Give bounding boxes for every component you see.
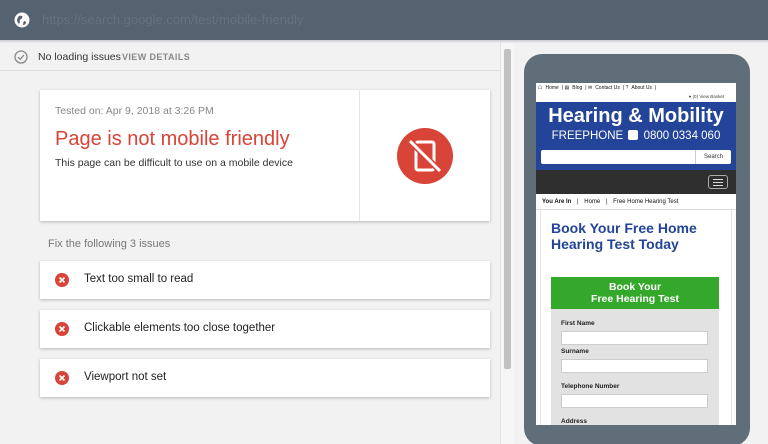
home-icon: ☖ [538,85,543,91]
breadcrumb-separator: | [605,199,608,205]
phone-frame: ☖ Home | ▤ Blog | ✉ Contact Us | ? About Us | ● … [524,54,750,444]
breadcrumb-item: Home [584,199,601,205]
form-input [561,359,708,373]
preview-content: Book Your Free Home Hearing Test Today B… [540,210,732,425]
not-mobile-friendly-icon [397,128,453,184]
result-subtext: This page can be difficult to use on a m… [55,157,293,169]
issue-item[interactable]: Viewport not set [40,359,490,397]
cta-line-1: Book Your [608,281,662,293]
preview-pane: ☖ Home | ▤ Blog | ✉ Contact Us | ? About Us | ● … [514,43,768,444]
telephone-icon [628,130,639,140]
preview-basket: ● (0) View Basket [536,92,736,102]
scrollbar-thumb[interactable] [504,49,511,369]
card-divider [359,90,360,221]
url-bar: https://search.google.com/test/mobile-fr… [0,0,768,40]
nav-item-home: Home [545,85,559,91]
nav-item-about: About Us [631,85,652,91]
basket-text: (0) View Basket [692,94,724,99]
page-url[interactable]: https://search.google.com/test/mobile-fr… [42,0,304,40]
preview-brand: Hearing & Mobility [548,105,724,127]
preview-cta-button: Book Your Free Hearing Test [551,277,719,309]
preview-breadcrumb: You Are In | Home | Free Home Hearing Te… [536,194,736,210]
loading-status-row: No loading issues VIEW DETAILS [0,43,500,71]
phone-screen[interactable]: ☖ Home | ▤ Blog | ✉ Contact Us | ? About Us | ● … [536,83,736,425]
issue-item[interactable]: Clickable elements too close together [40,310,490,348]
issue-item[interactable]: Text too small to read [40,261,490,299]
mail-icon: ✉ [587,85,593,91]
form-label: Surname [561,348,589,355]
issues-title: Fix the following 3 issues [48,238,171,250]
check-circle-icon [14,50,28,64]
error-icon [55,322,69,336]
blog-icon: ▤ [564,85,570,91]
preview-top-nav: ☖ Home | ▤ Blog | ✉ Contact Us | ? About Us | [538,85,657,91]
question-icon: ? [625,85,629,91]
preview-search-button: Search [695,150,731,164]
nav-item-contact: Contact Us [595,85,620,91]
error-icon [55,371,69,385]
result-card: Tested on: Apr 9, 2018 at 3:26 PM Page i… [40,90,490,221]
freephone-label: FREEPHONE [551,130,624,142]
breadcrumb-item: Free Home Hearing Test [613,199,679,205]
form-label: Telephone Number [561,383,620,390]
form-input [561,331,708,345]
preview-phone-line: FREEPHONE 0800 0334 060 [536,130,736,142]
nav-item-blog: Blog [572,85,583,91]
scrollbar[interactable] [500,43,514,444]
form-label: Address [561,418,588,425]
result-headline: Page is not mobile friendly [55,128,290,150]
preview-form: First Name Surname Telephone Number Addr… [551,309,719,425]
phone-number: 0800 0334 060 [643,130,721,142]
results-pane: No loading issues VIEW DETAILS Tested on… [0,43,500,444]
hamburger-menu-icon [708,175,728,189]
issue-label: Clickable elements too close together [84,322,276,334]
issue-label: Text too small to read [84,273,194,285]
preview-header: Hearing & Mobility FREEPHONE 0800 0334 0… [536,102,736,168]
view-details-link[interactable]: VIEW DETAILS [122,52,190,62]
preview-title: Book Your Free Home Hearing Test Today [551,220,697,252]
form-input [561,394,708,408]
preview-nav-bar [536,170,736,194]
issue-label: Viewport not set [84,371,167,383]
cta-line-2: Free Hearing Test [591,293,679,305]
breadcrumb-separator: | [577,199,579,205]
error-icon [55,273,69,287]
loading-status-text: No loading issues [38,51,121,63]
preview-search-input: Search [541,150,731,164]
tested-on-text: Tested on: Apr 9, 2018 at 3:26 PM [55,105,214,117]
globe-icon [14,12,30,28]
form-label: First Name [561,320,595,327]
breadcrumb-prefix: You Are In [542,199,572,205]
